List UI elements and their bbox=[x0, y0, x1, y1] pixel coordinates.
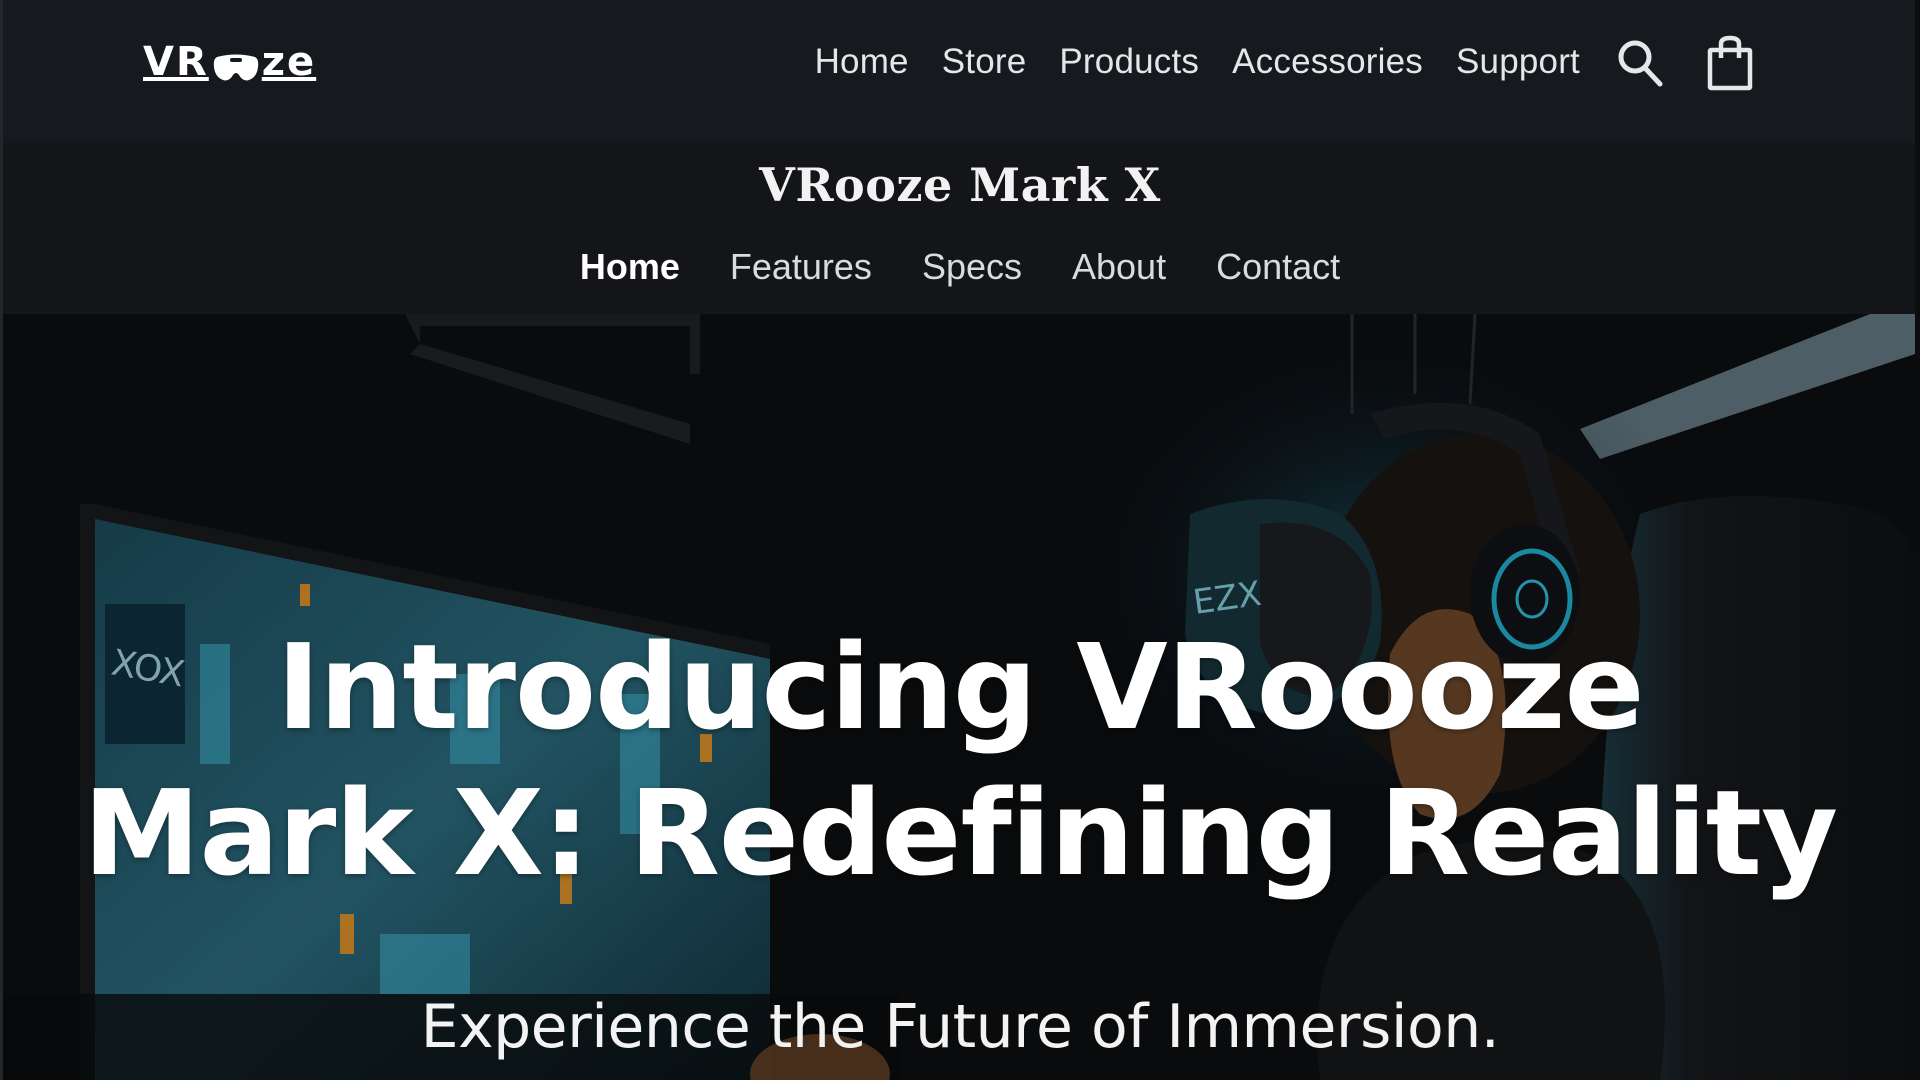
window-right-border bbox=[1915, 0, 1920, 1080]
product-header: VRooze Mark X Home Features Specs About … bbox=[0, 143, 1920, 314]
subnav-about[interactable]: About bbox=[1072, 246, 1166, 288]
main-nav-accessories[interactable]: Accessories bbox=[1232, 36, 1423, 88]
brand-logo[interactable]: VR ze bbox=[143, 39, 317, 85]
main-nav-support[interactable]: Support bbox=[1456, 36, 1580, 88]
subnav-features[interactable]: Features bbox=[730, 246, 872, 288]
subnav-home[interactable]: Home bbox=[580, 246, 680, 288]
top-navigation-bar: VR ze Home Store Products Accessories Su… bbox=[0, 0, 1920, 143]
main-nav: Home Store Products Accessories Support bbox=[815, 36, 1580, 88]
main-nav-home[interactable]: Home bbox=[815, 36, 909, 88]
logo-text-suffix: ze bbox=[261, 39, 317, 85]
shopping-bag-icon bbox=[1707, 35, 1753, 91]
subnav-specs[interactable]: Specs bbox=[922, 246, 1022, 288]
search-button[interactable] bbox=[1614, 34, 1666, 92]
hero-subheadline: Experience the Future of Immersion. bbox=[420, 992, 1500, 1062]
hero-headline-line1: Introducing VRoooze bbox=[276, 618, 1644, 756]
hero-headline-line2: Mark X: Redefining Reality bbox=[83, 764, 1838, 902]
main-nav-products[interactable]: Products bbox=[1059, 36, 1199, 88]
vr-goggles-icon bbox=[213, 47, 259, 81]
subnav-contact[interactable]: Contact bbox=[1216, 246, 1340, 288]
window-left-border bbox=[0, 0, 3, 1080]
shopping-bag-button[interactable] bbox=[1704, 34, 1756, 92]
logo-text-prefix: VR bbox=[143, 39, 209, 85]
product-title: VRooze Mark X bbox=[759, 158, 1161, 212]
search-icon bbox=[1618, 40, 1663, 87]
hero-banner: XOX EZX Introducing VRoooze Mark X: Rede… bbox=[0, 314, 1920, 1080]
product-subnav: Home Features Specs About Contact bbox=[0, 246, 1920, 288]
main-nav-store[interactable]: Store bbox=[942, 36, 1027, 88]
hero-headline: Introducing VRoooze Mark X: Redefining R… bbox=[0, 614, 1920, 906]
